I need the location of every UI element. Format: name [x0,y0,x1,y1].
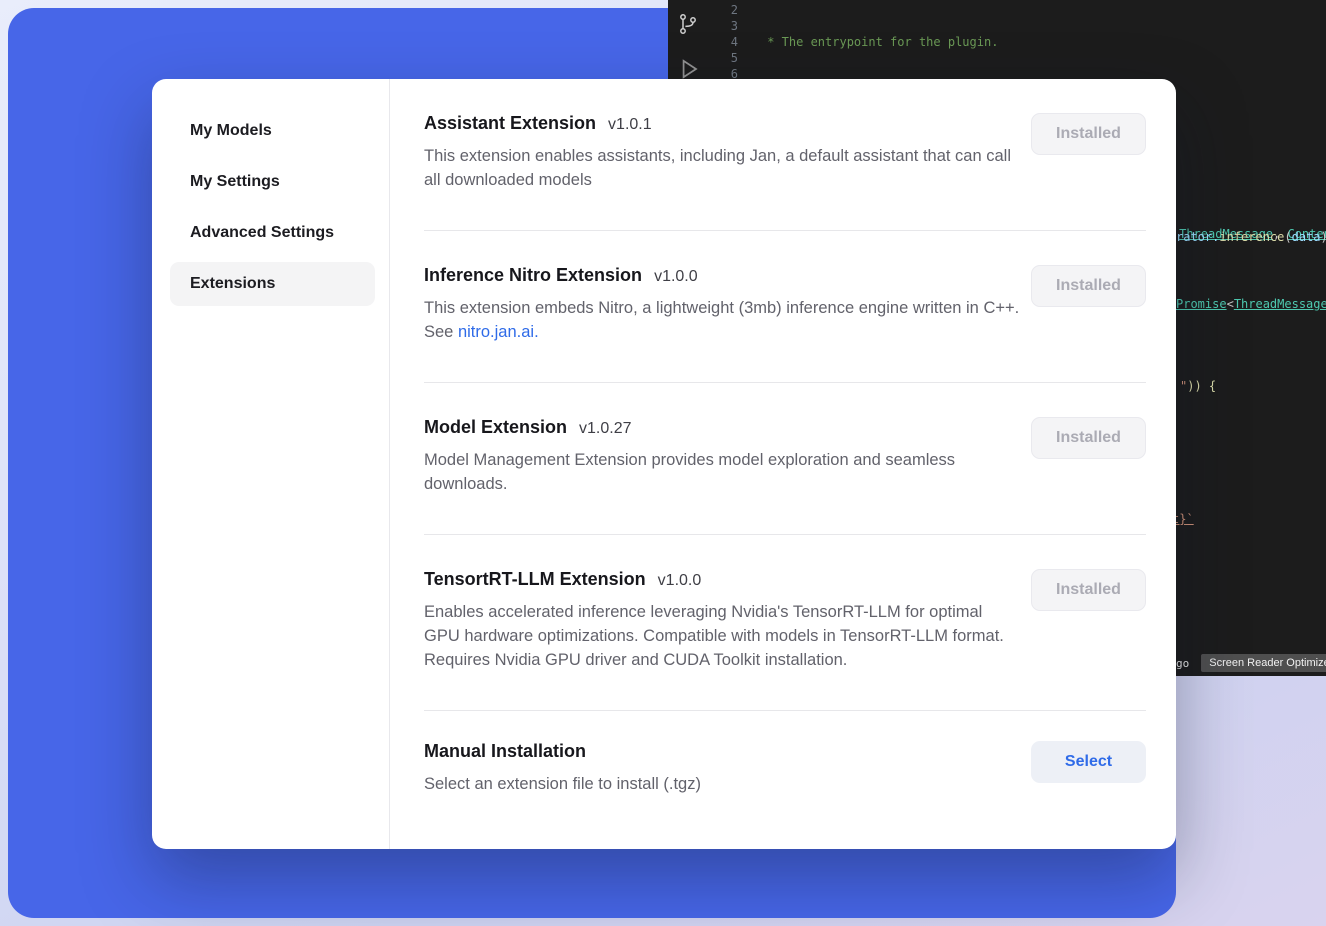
settings-modal: My Models My Settings Advanced Settings … [152,79,1176,849]
code-fragment: Promise<ThreadMessage> [1176,296,1326,312]
extensions-panel: Assistant Extension v1.0.1 This extensio… [390,79,1176,849]
extension-title: Assistant Extension [424,113,596,134]
code-fragment: rator.inference(data)); [1176,229,1326,245]
status-file-label: go [1176,657,1189,670]
sidebar-item-my-settings[interactable]: My Settings [170,160,375,204]
extension-row-model: Model Extension v1.0.27 Model Management… [424,383,1146,535]
extension-version: v1.0.1 [608,116,652,134]
editor-line-numbers: 2 3 4 5 6 [668,2,738,82]
extension-version: v1.0.0 [654,268,698,286]
extension-version: v1.0.0 [658,572,702,590]
installed-button[interactable]: Installed [1031,569,1146,611]
installed-button[interactable]: Installed [1031,265,1146,307]
sidebar-item-my-models[interactable]: My Models [170,109,375,153]
desktop: 2 3 4 5 6 * The entrypoint for the plugi… [0,0,1326,926]
sidebar-item-advanced-settings[interactable]: Advanced Settings [170,211,375,255]
manual-installation-title: Manual Installation [424,741,586,762]
code-fragment: ")) { [1180,378,1216,394]
extension-title: Model Extension [424,417,567,438]
nitro-jan-ai-link[interactable]: nitro.jan.ai. [458,323,539,341]
extension-description: Enables accelerated inference leveraging… [424,600,1020,672]
extension-row-nitro: Inference Nitro Extension v1.0.0 This ex… [424,231,1146,383]
extension-row-tensorrt: TensortRT-LLM Extension v1.0.0 Enables a… [424,535,1146,711]
manual-installation-row: Manual Installation Select an extension … [424,711,1146,820]
extension-row-assistant: Assistant Extension v1.0.1 This extensio… [424,79,1146,231]
extension-title: Inference Nitro Extension [424,265,642,286]
manual-installation-description: Select an extension file to install (.tg… [424,772,1020,796]
installed-button[interactable]: Installed [1031,417,1146,459]
settings-sidebar: My Models My Settings Advanced Settings … [152,79,390,849]
extension-description: Model Management Extension provides mode… [424,448,1020,496]
extension-description: This extension embeds Nitro, a lightweig… [424,296,1020,344]
select-file-button[interactable]: Select [1031,741,1146,783]
installed-button[interactable]: Installed [1031,113,1146,155]
extension-title: TensortRT-LLM Extension [424,569,646,590]
screen-reader-badge[interactable]: Screen Reader Optimized [1201,654,1326,672]
extension-description: This extension enables assistants, inclu… [424,144,1020,192]
code-comment-line: * The entrypoint for the plugin. [760,34,1326,50]
sidebar-item-extensions[interactable]: Extensions [170,262,375,306]
extension-version: v1.0.27 [579,420,631,438]
